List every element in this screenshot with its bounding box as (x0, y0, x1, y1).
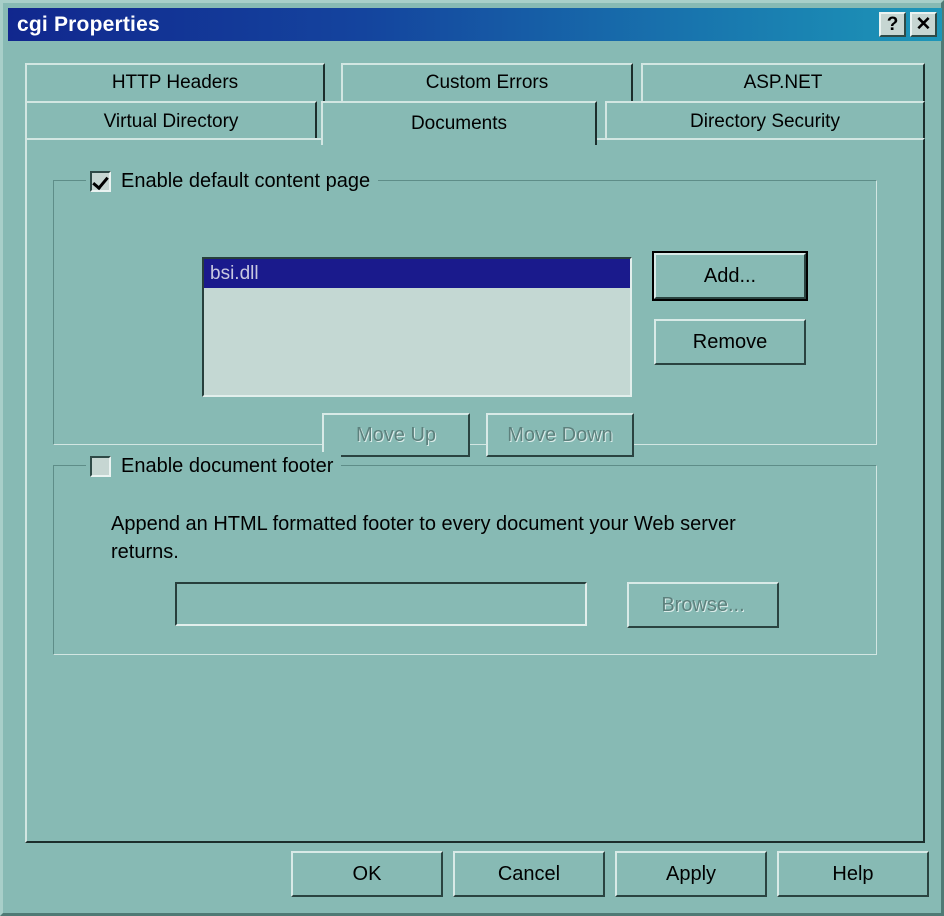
enable-default-content-page-row: Enable default content page (86, 167, 379, 195)
footer-path-input[interactable] (175, 582, 587, 626)
tab-page-documents: Enable default content page bsi.dll Add.… (25, 138, 925, 843)
document-footer-description: Append an HTML formatted footer to every… (111, 513, 736, 563)
tab-custom-errors[interactable]: Custom Errors (341, 63, 633, 101)
enable-default-content-page-checkbox[interactable] (90, 170, 111, 192)
cancel-button[interactable]: Cancel (453, 851, 605, 897)
enable-document-footer-checkbox[interactable] (90, 455, 111, 477)
enable-default-content-page-label: Enable default content page (121, 169, 371, 192)
title-bar-buttons: ? ✕ (879, 12, 937, 37)
tab-http-headers[interactable]: HTTP Headers (25, 63, 325, 101)
add-button[interactable]: Add... (652, 251, 808, 301)
default-content-page-group: Enable default content page bsi.dll Add.… (53, 167, 877, 457)
properties-dialog-window: cgi Properties ? ✕ HTTP Headers Custom E… (0, 0, 944, 916)
window-title: cgi Properties (17, 12, 160, 36)
default-documents-listbox[interactable]: bsi.dll (202, 257, 632, 397)
list-item[interactable]: bsi.dll (204, 259, 630, 288)
tab-strip: HTTP Headers Custom Errors ASP.NET Virtu… (25, 63, 925, 145)
tab-asp-net[interactable]: ASP.NET (641, 63, 925, 101)
move-up-button[interactable]: Move Up (322, 413, 470, 457)
move-down-button[interactable]: Move Down (486, 413, 634, 457)
dialog-action-bar: OK Cancel Apply Help (3, 851, 944, 909)
tab-directory-security[interactable]: Directory Security (605, 101, 925, 141)
title-bar: cgi Properties ? ✕ (8, 8, 942, 41)
help-button[interactable]: Help (777, 851, 929, 897)
tab-documents[interactable]: Documents (321, 101, 597, 145)
close-icon[interactable]: ✕ (910, 12, 937, 37)
apply-button[interactable]: Apply (615, 851, 767, 897)
enable-document-footer-label: Enable document footer (121, 454, 334, 477)
remove-button[interactable]: Remove (654, 319, 806, 365)
browse-button[interactable]: Browse... (627, 582, 779, 628)
enable-document-footer-row: Enable document footer (86, 452, 342, 480)
tab-virtual-directory[interactable]: Virtual Directory (25, 101, 317, 141)
ok-button[interactable]: OK (291, 851, 443, 897)
help-icon[interactable]: ? (879, 12, 906, 37)
